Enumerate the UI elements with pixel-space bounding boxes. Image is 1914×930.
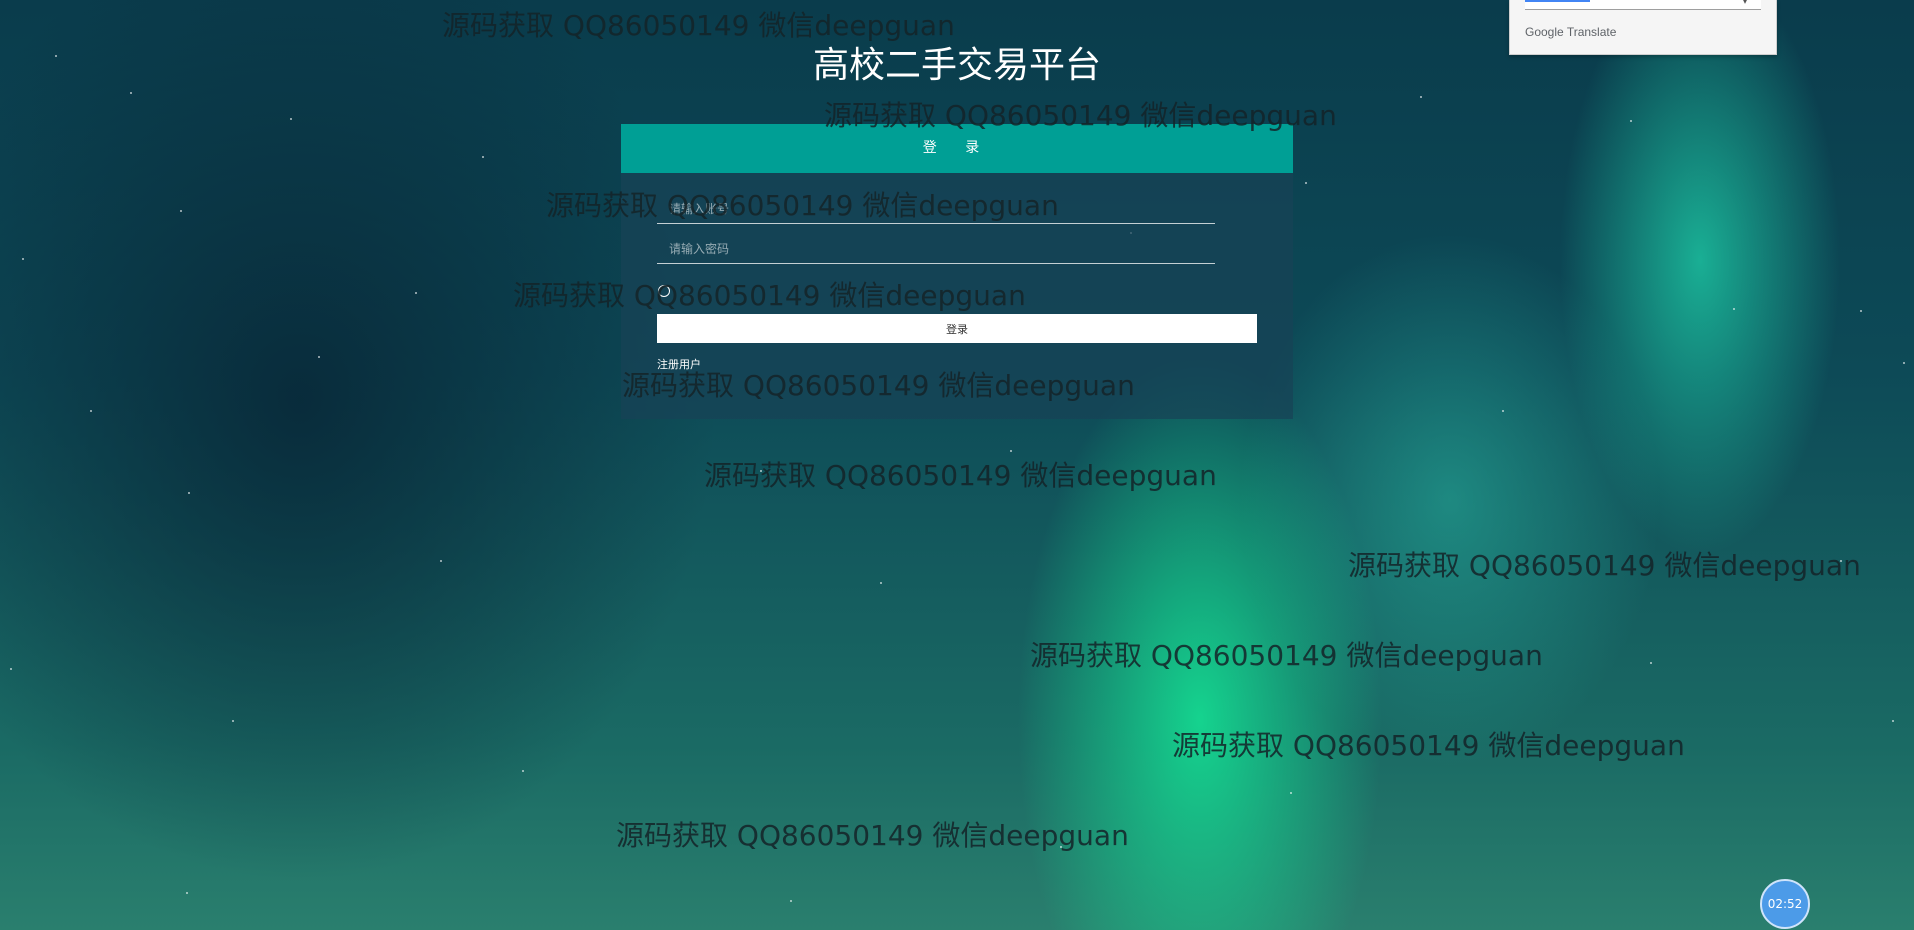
- account-input[interactable]: [657, 194, 1215, 224]
- translate-selection-indicator: [1525, 0, 1590, 2]
- star: [1290, 792, 1292, 794]
- star: [1060, 846, 1062, 848]
- translate-brand: Google Translate: [1525, 25, 1616, 39]
- star: [1733, 308, 1735, 310]
- google-translate-popup: ▾ Google Translate: [1509, 0, 1777, 55]
- star: [1305, 182, 1307, 184]
- star: [130, 92, 132, 94]
- timer-badge[interactable]: 02:52: [1760, 879, 1810, 929]
- star: [188, 492, 190, 494]
- star: [1650, 662, 1652, 664]
- login-button[interactable]: 登录: [657, 314, 1257, 343]
- star: [180, 210, 182, 212]
- star: [880, 582, 882, 584]
- translate-language-select[interactable]: ▾: [1525, 0, 1761, 10]
- remember-radio[interactable]: [658, 285, 670, 297]
- star: [290, 118, 292, 120]
- star: [790, 900, 792, 902]
- star: [10, 668, 12, 670]
- star: [1630, 120, 1632, 122]
- star: [415, 292, 417, 294]
- star: [440, 560, 442, 562]
- star: [1420, 96, 1422, 98]
- star: [522, 770, 524, 772]
- login-panel-header: 登 录: [621, 124, 1293, 173]
- star: [760, 470, 762, 472]
- star: [232, 720, 234, 722]
- star: [1840, 560, 1842, 562]
- star: [1892, 720, 1894, 722]
- login-panel: 登 录 登录 注册用户: [621, 124, 1293, 419]
- password-input[interactable]: [657, 234, 1215, 264]
- star: [90, 410, 92, 412]
- star: [1860, 310, 1862, 312]
- star: [22, 258, 24, 260]
- star: [186, 892, 188, 894]
- star: [482, 156, 484, 158]
- star: [318, 356, 320, 358]
- star: [1010, 450, 1012, 452]
- star: [1502, 410, 1504, 412]
- translate-label: Translate: [1566, 25, 1617, 39]
- register-link[interactable]: 注册用户: [657, 356, 701, 372]
- chevron-down-icon: ▾: [1743, 0, 1748, 6]
- star: [1903, 362, 1905, 364]
- google-logo: Google: [1525, 25, 1564, 39]
